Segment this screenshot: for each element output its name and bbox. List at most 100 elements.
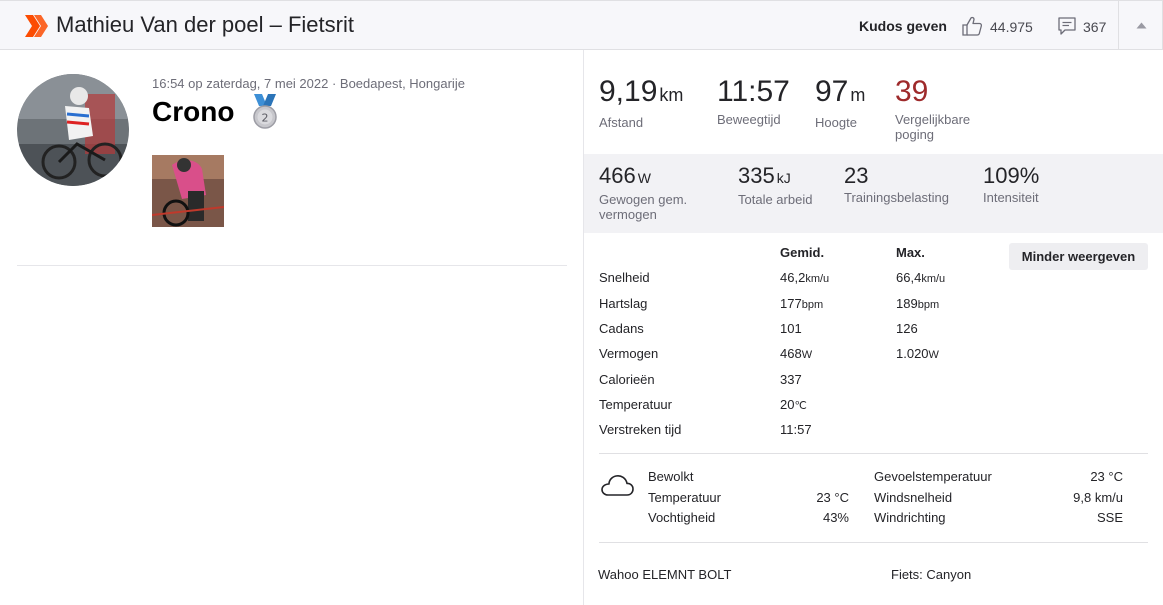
stat-training-load-label: Trainingsbelasting [844,190,950,205]
activity-header: Mathieu Van der poel – Fietsrit Kudos ge… [0,0,1163,50]
stat-intensity-value: 109% [983,163,1040,188]
row-label-heartrate: Hartslag [599,296,648,311]
cadence-avg: 101 [780,321,802,336]
power-max-value: 1.020 [896,346,929,361]
stat-moving-time-value: 11:57 [717,75,790,108]
row-label-calories: Calorieën [599,372,655,387]
stat-training-load-value: 23 [844,163,869,188]
weather-feels-like-label: Gevoelstemperatuur [874,469,992,484]
activity-name: Crono [152,96,235,127]
thumbs-up-icon[interactable] [961,15,983,37]
caret-up-icon [1136,22,1147,29]
speed-avg-value: 46,2 [780,270,806,285]
stat-elevation-value: 97 [815,75,849,108]
left-divider [17,265,567,266]
power-max: 1.020W [896,346,939,361]
stat-weighted-power-unit: W [637,170,651,186]
row-label-temperature: Temperatuur [599,397,672,412]
row-label-cadence: Cadans [599,321,644,336]
temperature-avg: 20℃ [780,397,807,412]
stat-elevation: 97 m Hoogte [815,75,865,130]
weather-temperature-value: 23 °C [816,490,849,505]
heartrate-max: 189bpm [896,296,939,311]
heartrate-avg: 177bpm [780,296,823,311]
weather-divider [599,453,1148,454]
stat-comparable-efforts-value: 39 [895,75,929,108]
athlete-avatar[interactable] [17,74,129,186]
heartrate-max-value: 189 [896,296,918,311]
speed-max-unit: km/u [921,273,946,285]
stat-moving-time: 11:57 Beweegtijd [717,75,790,127]
silver-medal-icon: 2 [253,94,277,129]
activity-date-location: 16:54 op zaterdag, 7 mei 2022 · Boedapes… [152,76,465,91]
row-label-power: Vermogen [599,346,659,361]
stat-distance: 9,19 km Afstand [599,75,683,130]
weather-wind-speed-label: Windsnelheid [874,490,953,505]
speed-avg: 46,2km/u [780,270,829,285]
row-label-speed: Snelheid [599,270,650,285]
heartrate-max-unit: bpm [917,299,940,311]
stat-elevation-label: Hoogte [815,115,857,130]
cadence-avg-value: 101 [780,321,802,336]
weather-humidity-value: 43% [822,510,849,525]
activity-photo-thumbnail[interactable] [152,155,224,227]
calories-avg: 337 [780,372,802,387]
give-kudos-button[interactable]: Kudos geven [859,18,947,34]
stat-intensity-label: Intensiteit [983,190,1039,205]
panel-divider [583,50,584,605]
column-header-max: Max. [896,245,925,260]
weather-wind-speed-value: 9,8 km/u [1073,490,1123,505]
svg-text:2: 2 [262,112,269,125]
comments-count[interactable]: 367 [1083,19,1106,35]
weather-feels-like-value: 23 °C [1090,469,1123,484]
weather-wind-direction-label: Windrichting [874,510,946,525]
stat-distance-value: 9,19 [599,75,658,108]
page-title: Mathieu Van der poel – Fietsrit [56,12,354,37]
stat-comparable-efforts-label: Vergelijkbare poging [895,112,971,142]
collapse-button[interactable] [1119,1,1163,50]
power-avg-unit: W [801,349,813,361]
bike-name[interactable]: Fiets: Canyon [891,567,971,582]
cadence-max-value: 126 [896,321,918,336]
column-header-avg: Gemid. [780,245,825,260]
stat-elevation-unit: m [850,85,866,105]
weather-wind-direction-value: SSE [1096,510,1123,525]
stat-distance-label: Afstand [599,115,644,130]
gear-divider [599,542,1148,543]
speed-max-value: 66,4 [896,270,922,285]
stat-total-work-value: 335 [738,163,775,188]
stat-weighted-power-value: 466 [599,163,636,188]
weather-humidity-label: Vochtigheid [648,510,716,525]
stat-total-work-label: Totale arbeid [738,192,813,207]
power-avg-value: 468 [780,346,802,361]
elapsed-time-avg-value: 11:57 [780,422,812,437]
stat-comparable-efforts[interactable]: 39 Vergelijkbare poging [895,75,995,142]
cloud-icon [601,475,634,496]
heartrate-avg-unit: bpm [801,299,824,311]
stat-total-work: 335 kJ Totale arbeid [738,163,812,207]
stat-moving-time-label: Beweegtijd [717,112,781,127]
strava-chevron-icon [25,15,48,37]
stat-intensity: 109% Intensiteit [983,163,1039,205]
power-avg: 468W [780,346,812,361]
weather-condition: Bewolkt [648,469,694,484]
stat-total-work-unit: kJ [776,170,791,186]
power-max-unit: W [928,349,939,361]
heartrate-avg-value: 177 [780,296,802,311]
cadence-max: 126 [896,321,918,336]
calories-avg-value: 337 [780,372,802,387]
elapsed-time-avg: 11:57 [780,422,812,437]
device-name: Wahoo ELEMNT BOLT [598,567,732,582]
show-less-button[interactable]: Minder weergeven [1009,243,1148,270]
temperature-avg-value: 20 [780,397,795,412]
row-label-elapsed-time: Verstreken tijd [599,422,682,437]
speed-max: 66,4km/u [896,270,945,285]
comment-icon[interactable] [1057,16,1077,36]
speed-avg-unit: km/u [805,273,830,285]
stat-weighted-power: 466 W Gewogen gem. vermogen [599,163,719,222]
stat-training-load: 23 Trainingsbelasting [844,163,949,205]
temperature-avg-unit: ℃ [794,400,807,412]
stat-distance-unit: km [659,85,684,105]
kudos-count[interactable]: 44.975 [990,19,1033,35]
weather-temperature-label: Temperatuur [648,490,721,505]
